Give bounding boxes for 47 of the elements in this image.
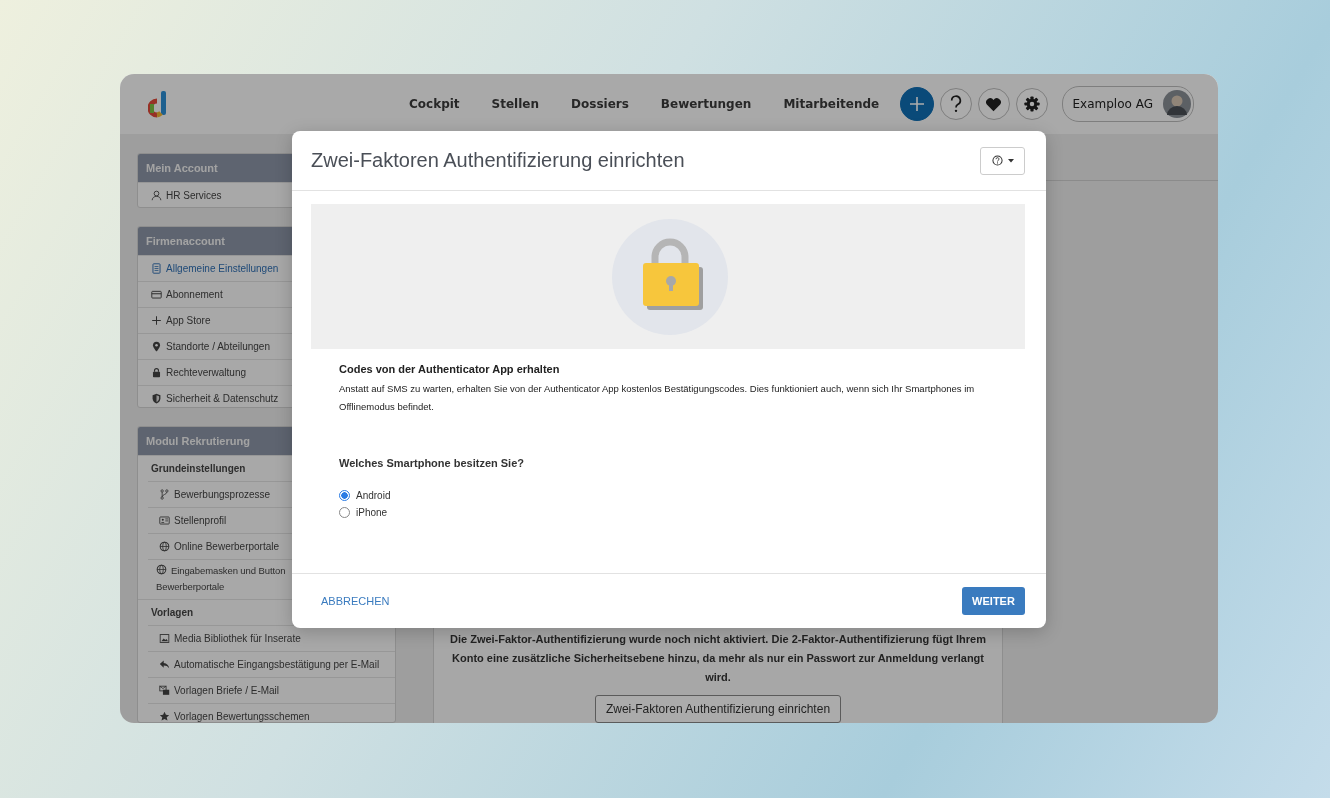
user-icon (151, 190, 162, 201)
favorites-button[interactable] (977, 88, 1010, 120)
option-label: Android (356, 490, 391, 501)
question-mark-icon (949, 95, 962, 113)
branch-icon (159, 488, 170, 500)
plus-icon (908, 96, 925, 112)
sidebar-item[interactable]: Vorlagen Bewertungsschemen (148, 702, 395, 722)
help-icon (991, 155, 1003, 166)
image-icon (159, 632, 170, 644)
globe-icon (159, 540, 170, 552)
add-button[interactable] (899, 87, 934, 121)
settings-icon (1023, 96, 1040, 112)
nav-link[interactable]: Bewertungen (660, 97, 752, 111)
star-icon (159, 710, 170, 722)
setup-button[interactable]: Zwei-Faktoren Authentifizierung einrichten (594, 695, 842, 723)
reply-arrow-icon (159, 658, 170, 670)
id-card-icon (159, 514, 170, 526)
heart-icon (985, 96, 1002, 112)
radio-option[interactable]: iPhone (339, 507, 388, 518)
map-pin-icon (151, 340, 162, 352)
caret-icon (1007, 158, 1014, 163)
nav-link[interactable]: Dossiers (571, 97, 629, 111)
sidebar-item[interactable]: Automatische Eingangsbestätigung per E-Mail (148, 650, 395, 677)
description-text: Anstatt auf SMS zu warten, erhalten Sie von der Authenticator App kostenlos Bestätigungscodes. Dies funktioniert auch, wenn sich Ihr Smartphones im Offlinemodus befindet. (339, 382, 976, 414)
next-button[interactable]: WEITER (962, 587, 1025, 615)
shield-icon (151, 392, 162, 404)
account-menu[interactable]: Examploo AG (1061, 86, 1194, 122)
mail-icon (159, 684, 170, 696)
nav-link[interactable]: Mitarbeitende (783, 97, 880, 111)
help-dropdown[interactable] (980, 146, 1025, 175)
radio-button[interactable] (339, 490, 350, 501)
settings-button[interactable] (1015, 88, 1048, 120)
help-button[interactable] (939, 88, 972, 120)
radio-option[interactable]: Android (339, 490, 391, 501)
credit-card-icon (151, 288, 162, 300)
globe-icon (156, 563, 167, 575)
sidebar-item[interactable]: Vorlagen Briefe / E-Mail (148, 676, 395, 703)
radio-button[interactable] (339, 507, 350, 518)
nav-link[interactable]: Cockpit (409, 97, 460, 111)
document-icon (151, 262, 162, 274)
logo-icon[interactable] (148, 90, 168, 118)
notice-text: Die Zwei-Faktor-Authentifizierung wurde noch nicht aktiviert. Die 2-Faktor-Authentifizierung fügt Ihrem Konto eine zusätzliche Sicherheitsebene hinzu, da mehr als nur ein Passwort zur Anmeldung verlangt wird. (449, 632, 987, 685)
avatar-icon (1163, 90, 1191, 118)
plus-icon (151, 314, 162, 326)
nav-link[interactable]: Stellen (491, 97, 540, 111)
lock-icon (151, 366, 162, 378)
option-label: iPhone (356, 507, 388, 518)
